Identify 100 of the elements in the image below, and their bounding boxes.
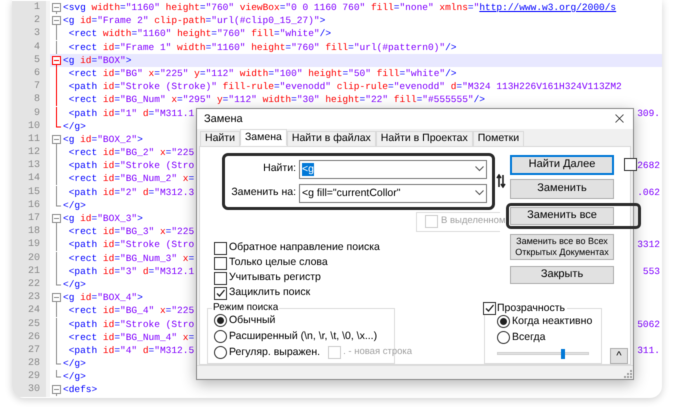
- line-number: 4: [12, 40, 46, 54]
- radio-label: Регуляр. выражен.: [229, 344, 320, 360]
- dialog-tab[interactable]: Найти в файлах: [286, 130, 376, 146]
- fold-toggle-icon[interactable]: [52, 383, 60, 396]
- dialog-button[interactable]: Заменить: [510, 178, 614, 199]
- dropdown-caret-icon[interactable]: [475, 166, 484, 172]
- field-label: Найти:: [262, 161, 296, 176]
- radio-button[interactable]: [497, 331, 510, 344]
- line-number: 2: [12, 14, 46, 28]
- line-number: 20: [12, 252, 46, 265]
- swap-icon[interactable]: [496, 174, 506, 188]
- combo-field[interactable]: <g fill="currentCollor": [299, 184, 488, 203]
- checkbox-label: Прозрачность: [497, 302, 566, 315]
- checkbox-label: . - новая строка: [343, 345, 412, 360]
- line-number: 26: [12, 330, 46, 344]
- dialog-button[interactable]: Закрыть: [510, 266, 614, 284]
- code-line: <rect width="1160" height="760" fill="white"/>: [68, 27, 332, 41]
- line-number: 6: [12, 66, 46, 80]
- line-number: 13: [12, 159, 46, 172]
- dialog-title: Замена: [204, 112, 243, 127]
- line-number: 12: [12, 146, 46, 160]
- line-number: 11: [12, 132, 46, 146]
- code-line: 309.: [637, 106, 660, 120]
- fold-toggle-icon[interactable]: [52, 54, 60, 67]
- radio-label: Расширенный (\n, \r, \t, \0, \x...): [229, 328, 378, 344]
- checkbox[interactable]: [214, 272, 227, 285]
- line-number: 28: [12, 357, 46, 370]
- line-number: 9: [12, 106, 46, 120]
- line-number: 23: [12, 291, 46, 304]
- checkbox-label: Учитывать регистр: [229, 270, 321, 286]
- radio-label: Когда неактивно: [512, 314, 592, 329]
- code-line: <g id="BOX_4">: [63, 291, 143, 304]
- line-number: 8: [12, 93, 46, 106]
- line-number: 17: [12, 212, 46, 226]
- code-line: <rect id="BG" x="225" y="112" width="100" height="50" fill="white"/>: [68, 66, 457, 80]
- code-line: 2682: [637, 159, 660, 172]
- code-line: 5062: [637, 318, 660, 331]
- checkbox[interactable]: [624, 158, 637, 172]
- code-line: <rect id="Frame 1" width="1160" height="760" fill="url(#pattern0)"/>: [68, 40, 456, 54]
- line-number: 10: [12, 120, 46, 133]
- radio-button[interactable]: [497, 315, 510, 328]
- line-number: 16: [12, 198, 46, 212]
- code-line: <path id="Stroke (Stro: [68, 238, 194, 252]
- line-number: 29: [12, 370, 46, 384]
- code-line: <rect id="BG_Num_4" x=: [68, 330, 194, 344]
- dialog-tab[interactable]: Замена: [240, 128, 287, 146]
- code-line: <path id="2" d="M312.3: [68, 186, 194, 199]
- radio-label: Всегда: [512, 330, 546, 345]
- checkbox[interactable]: [214, 242, 227, 255]
- resize-grip-icon[interactable]: [623, 369, 632, 378]
- fold-toggle-icon[interactable]: [52, 1, 60, 14]
- fold-toggle-icon[interactable]: [52, 212, 60, 225]
- dialog-button[interactable]: Заменить все: [510, 206, 614, 225]
- code-line: <g id="BOX">: [63, 54, 132, 67]
- line-number: 1: [12, 1, 46, 14]
- code-line: 3312: [637, 238, 660, 252]
- field-value: <g: [302, 162, 314, 176]
- code-line: </g>: [63, 357, 86, 370]
- dropdown-caret-icon[interactable]: [475, 190, 484, 196]
- collapse-button[interactable]: ^: [610, 348, 628, 364]
- combo-field[interactable]: <g: [299, 160, 488, 179]
- code-line: <rect id="BG_2" x="225: [68, 146, 194, 160]
- dialog-tab[interactable]: Пометки: [472, 130, 524, 146]
- dialog-button[interactable]: Найти Далее: [510, 154, 614, 175]
- checkbox-label: Обратное направление поиска: [229, 240, 380, 256]
- code-line: </g>: [63, 370, 86, 384]
- line-number: 14: [12, 172, 46, 186]
- code-line: <svg width="1160" height="760" viewBox="0 0 1160 760" fill="none" xmlns="http://www.w3.org/2000/s: [63, 1, 616, 14]
- code-line: </g>: [63, 120, 86, 133]
- code-line: .062: [637, 186, 660, 199]
- radio-button[interactable]: [214, 330, 227, 344]
- dialog-tab[interactable]: Найти в Проектах: [376, 130, 473, 146]
- code-line: <path id="4" d="M312.5: [68, 344, 194, 358]
- checkbox[interactable]: [214, 286, 227, 300]
- dialog-button[interactable]: Заменить все во Всех Открытых Документах: [510, 234, 614, 260]
- slider-thumb[interactable]: [561, 348, 566, 359]
- line-number: 22: [12, 278, 46, 292]
- fold-toggle-icon[interactable]: [52, 132, 60, 146]
- code-line: <rect id="BG_4" x="225: [68, 304, 194, 318]
- line-number: 30: [12, 383, 46, 397]
- line-number: 24: [12, 304, 46, 318]
- code-line: <rect id="BG_Num" x="295" y="112" width="30" height="22" fill="#555555"/>: [68, 93, 485, 106]
- code-line: <path id="Stroke (Stro: [68, 159, 194, 172]
- code-link[interactable]: http://www.w3.org/2000/s: [479, 2, 616, 13]
- radio-button[interactable]: [214, 346, 227, 360]
- dialog-tab[interactable]: Найти: [200, 130, 240, 146]
- checkbox[interactable]: [214, 256, 227, 270]
- line-number: 27: [12, 344, 46, 358]
- line-number: 25: [12, 318, 46, 331]
- fold-toggle-icon[interactable]: [52, 291, 60, 304]
- checkbox[interactable]: [483, 302, 496, 315]
- radio-button[interactable]: [214, 314, 227, 328]
- field-value: <g fill="currentCollor": [302, 186, 400, 200]
- line-number: 5: [12, 54, 46, 67]
- code-line: <rect id="BG_3" x="225: [68, 225, 194, 238]
- code-line: <g id="BOX_3">: [63, 212, 143, 226]
- fold-toggle-icon[interactable]: [52, 14, 60, 28]
- radio-label: Обычный: [229, 312, 276, 328]
- transparency-slider[interactable]: [497, 348, 589, 359]
- code-line: <path id="3" d="M312.1: [68, 264, 194, 278]
